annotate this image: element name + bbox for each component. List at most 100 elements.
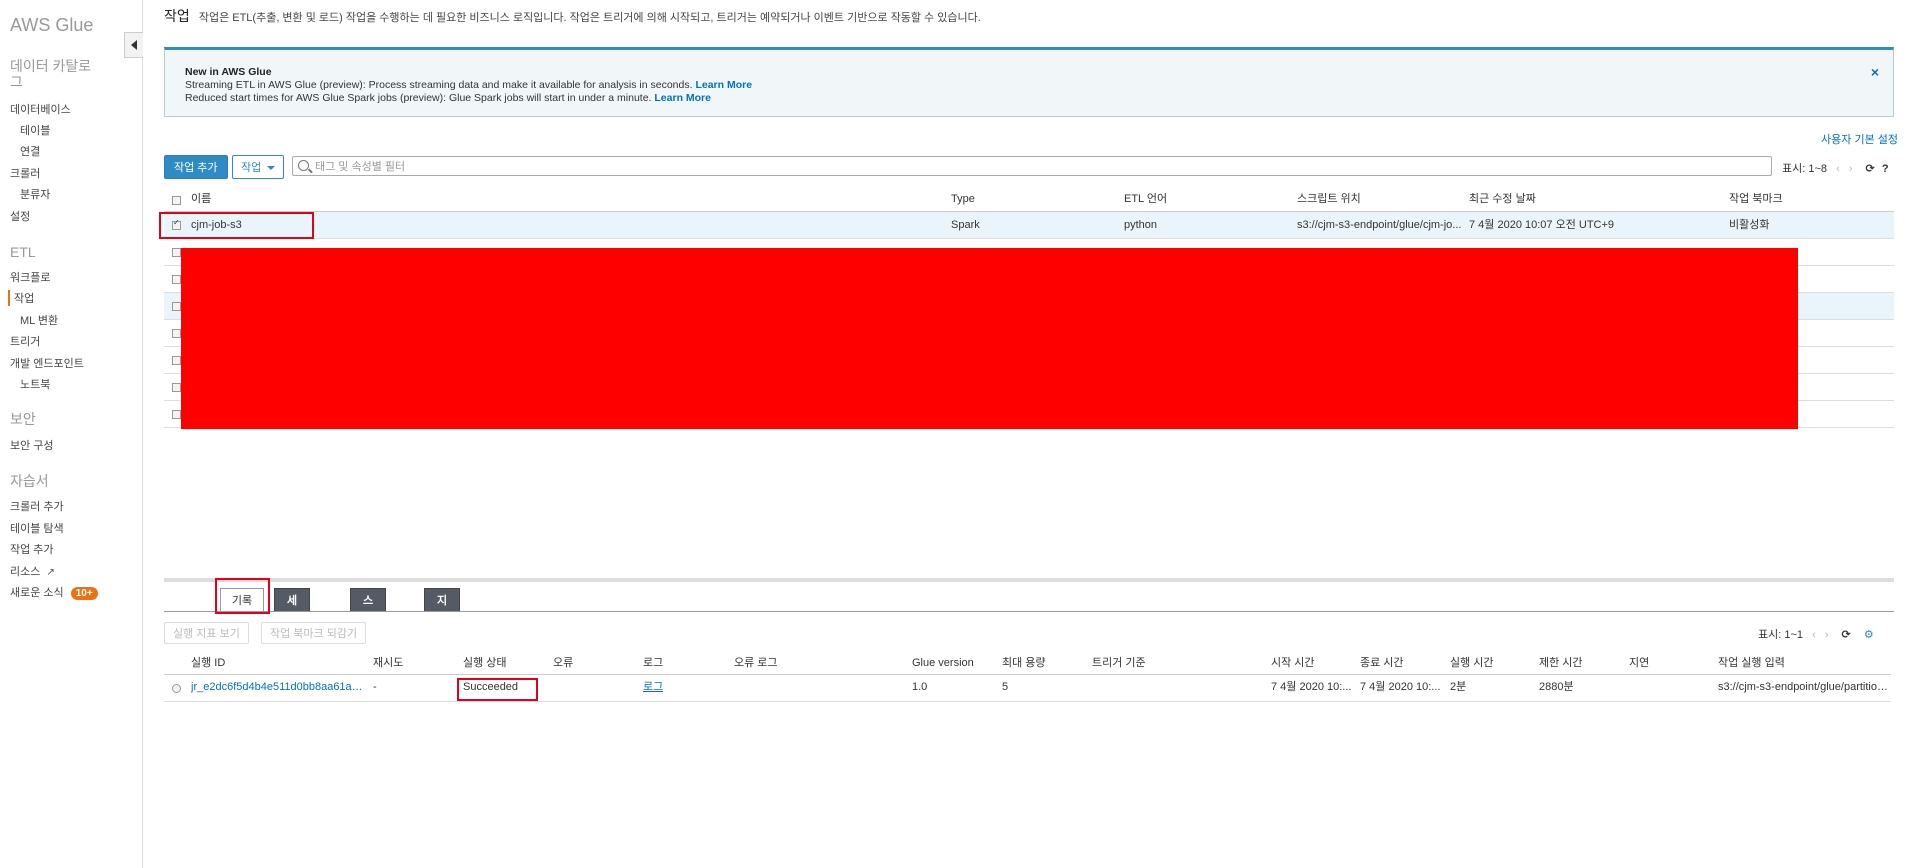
col-header-name[interactable]: 이름 — [191, 187, 211, 211]
col-header-execution-time[interactable]: 실행 시간 — [1450, 651, 1494, 675]
tab-details[interactable]: 세부 정보 — [274, 588, 311, 679]
row-checkbox[interactable] — [172, 248, 181, 257]
sidebar-item-resources[interactable]: 리소스 ↗ — [10, 563, 55, 579]
job-bookmark-status: 비활성화 — [1729, 219, 1770, 231]
sidebar-item-connections[interactable]: 연결 — [20, 143, 40, 159]
external-link-icon: ↗ — [46, 567, 55, 578]
job-name: cjm-job-s3 — [191, 219, 242, 231]
prev-page-icon[interactable]: ‹ — [1836, 163, 1840, 175]
sidebar-item-workflows[interactable]: 워크플로 — [10, 269, 50, 285]
sidebar-item-databases[interactable]: 데이터베이스 — [10, 101, 71, 117]
col-header-job-bookmark[interactable]: 작업 북마크 — [1729, 187, 1783, 211]
sidebar-item-security-config[interactable]: 보안 구성 — [10, 437, 54, 453]
sidebar-item-jobs[interactable]: 작업 — [8, 290, 34, 306]
help-icon[interactable]: ? — [1882, 163, 1889, 175]
tab-metrics[interactable]: 지표 — [424, 588, 461, 631]
run-job-input: s3://cjm-s3-endpoint/glue/partitionl... — [1718, 681, 1890, 693]
table-row[interactable]: cjm-job-s3 Spark python s3://cjm-s3-endp… — [164, 212, 1894, 239]
col-header-type[interactable]: Type — [951, 187, 975, 211]
row-checkbox[interactable] — [172, 329, 181, 338]
sidebar-heading-security: 보안 — [10, 411, 36, 427]
filter-input[interactable] — [313, 158, 1757, 175]
table-row[interactable]: jr_e2dc6f5d4b4e511d0bb8aa61a5... - Succe… — [164, 675, 1891, 702]
refresh-icon[interactable]: ⟳ — [1866, 163, 1875, 175]
banner-title: New in AWS Glue — [185, 66, 272, 78]
sidebar-item-crawlers[interactable]: 크롤러 — [10, 165, 40, 181]
tab-history[interactable]: 기록 — [220, 588, 264, 612]
sidebar-item-classifiers[interactable]: 분류자 — [20, 186, 50, 202]
page-title: 작업 — [164, 8, 190, 24]
col-header-retry[interactable]: 재시도 — [373, 651, 403, 675]
view-run-metrics-button[interactable]: 실행 지표 보기 — [164, 622, 249, 644]
next-page-icon[interactable]: › — [1849, 163, 1853, 175]
sidebar: AWS Glue 데이터 카탈로그 데이터베이스 테이블 연결 크롤러 분류자 … — [0, 0, 143, 868]
col-header-run-status[interactable]: 실행 상태 — [463, 651, 507, 675]
row-checkbox[interactable] — [172, 218, 181, 230]
run-id-link[interactable]: jr_e2dc6f5d4b4e511d0bb8aa61a5... — [191, 675, 366, 699]
panel-resize-divider[interactable] — [164, 578, 1894, 582]
job-etl-language: python — [1124, 219, 1158, 231]
sidebar-heading-catalog: 데이터 카탈로그 — [10, 58, 92, 90]
col-header-job-run-input[interactable]: 작업 실행 입력 — [1718, 651, 1785, 675]
sidebar-item-ml-transforms[interactable]: ML 변환 — [20, 312, 58, 328]
refresh-icon[interactable]: ⟳ — [1842, 629, 1851, 641]
col-header-etl-language[interactable]: ETL 언어 — [1124, 187, 1167, 211]
rewind-bookmark-button[interactable]: 작업 북마크 되감기 — [261, 622, 367, 644]
run-start-time: 7 4월 2020 10:... — [1271, 681, 1352, 693]
col-header-triggered-by[interactable]: 트리거 기준 — [1092, 651, 1146, 675]
redaction-block — [181, 248, 1798, 429]
row-radio[interactable] — [172, 684, 181, 693]
tab-script[interactable]: 스크립트 — [350, 588, 387, 679]
sidebar-item-explore-table[interactable]: 테이블 탐색 — [10, 520, 64, 536]
page-description: 작업은 ETL(추출, 변환 및 로드) 작업을 수행하는 데 필요한 비즈니스… — [198, 12, 981, 24]
sidebar-item-whats-new-label: 새로운 소식 — [10, 587, 64, 599]
col-header-delay[interactable]: 지연 — [1629, 651, 1649, 675]
col-header-error[interactable]: 오류 — [553, 651, 573, 675]
col-header-logs[interactable]: 로그 — [643, 651, 663, 675]
next-page-icon[interactable]: › — [1825, 629, 1829, 641]
col-header-script-location[interactable]: 스크립트 위치 — [1297, 187, 1361, 211]
row-checkbox[interactable] — [172, 356, 181, 365]
sidebar-item-notebooks[interactable]: 노트북 — [20, 376, 50, 392]
filter-box — [292, 156, 1772, 176]
col-header-run-id[interactable]: 실행 ID — [191, 651, 225, 675]
close-icon[interactable]: × — [1871, 65, 1879, 79]
row-checkbox[interactable] — [172, 302, 181, 311]
sidebar-item-triggers[interactable]: 트리거 — [10, 333, 40, 349]
gear-icon[interactable]: ⚙ — [1864, 629, 1874, 641]
sidebar-item-whats-new[interactable]: 새로운 소식 10+ — [10, 584, 98, 600]
sidebar-collapse-button[interactable] — [124, 32, 143, 58]
col-header-max-capacity[interactable]: 최대 용량 — [1002, 651, 1046, 675]
col-header-start-time[interactable]: 시작 시간 — [1271, 651, 1315, 675]
page-header: 작업 작업은 ETL(추출, 변환 및 로드) 작업을 수행하는 데 필요한 비… — [164, 6, 981, 26]
sidebar-item-add-job[interactable]: 작업 추가 — [10, 541, 54, 557]
col-header-timeout[interactable]: 제한 시간 — [1539, 651, 1583, 675]
sidebar-item-settings[interactable]: 설정 — [10, 208, 30, 224]
brand-title[interactable]: AWS Glue — [10, 15, 93, 36]
run-retry: - — [373, 681, 377, 693]
sidebar-item-add-crawler[interactable]: 크롤러 추가 — [10, 498, 64, 514]
row-checkbox[interactable] — [172, 410, 181, 419]
run-glue-version: 1.0 — [912, 681, 928, 693]
col-header-glue-version[interactable]: Glue version — [912, 651, 974, 675]
sidebar-heading-etl: ETL — [10, 244, 36, 260]
col-header-last-modified[interactable]: 최근 수정 날짜 — [1469, 187, 1536, 211]
action-dropdown-button[interactable]: 작업 — [232, 155, 285, 179]
user-preferences-link[interactable]: 사용자 기본 설정 — [1821, 131, 1898, 147]
learn-more-link-start-times[interactable]: Learn More — [654, 92, 711, 104]
row-checkbox[interactable] — [172, 275, 181, 284]
learn-more-link-streaming[interactable]: Learn More — [695, 79, 752, 91]
runs-pagination: 표시: 1~1 ‹ › ⟳ ⚙ — [1758, 626, 1874, 642]
tab-baseline — [164, 611, 1894, 612]
banner-line-streaming: Streaming ETL in AWS Glue (preview): Pro… — [185, 79, 1873, 92]
sidebar-item-dev-endpoints[interactable]: 개발 엔드포인트 — [10, 355, 84, 371]
prev-page-icon[interactable]: ‹ — [1812, 629, 1816, 641]
select-all-checkbox[interactable] — [172, 196, 181, 205]
sidebar-item-tables[interactable]: 테이블 — [20, 122, 50, 138]
col-header-end-time[interactable]: 종료 시간 — [1360, 651, 1404, 675]
logs-link[interactable]: 로그 — [643, 675, 663, 699]
add-job-button[interactable]: 작업 추가 — [164, 155, 228, 179]
col-header-error-logs[interactable]: 오류 로그 — [734, 651, 778, 675]
run-execution-time: 2분 — [1450, 681, 1467, 693]
row-checkbox[interactable] — [172, 383, 181, 392]
